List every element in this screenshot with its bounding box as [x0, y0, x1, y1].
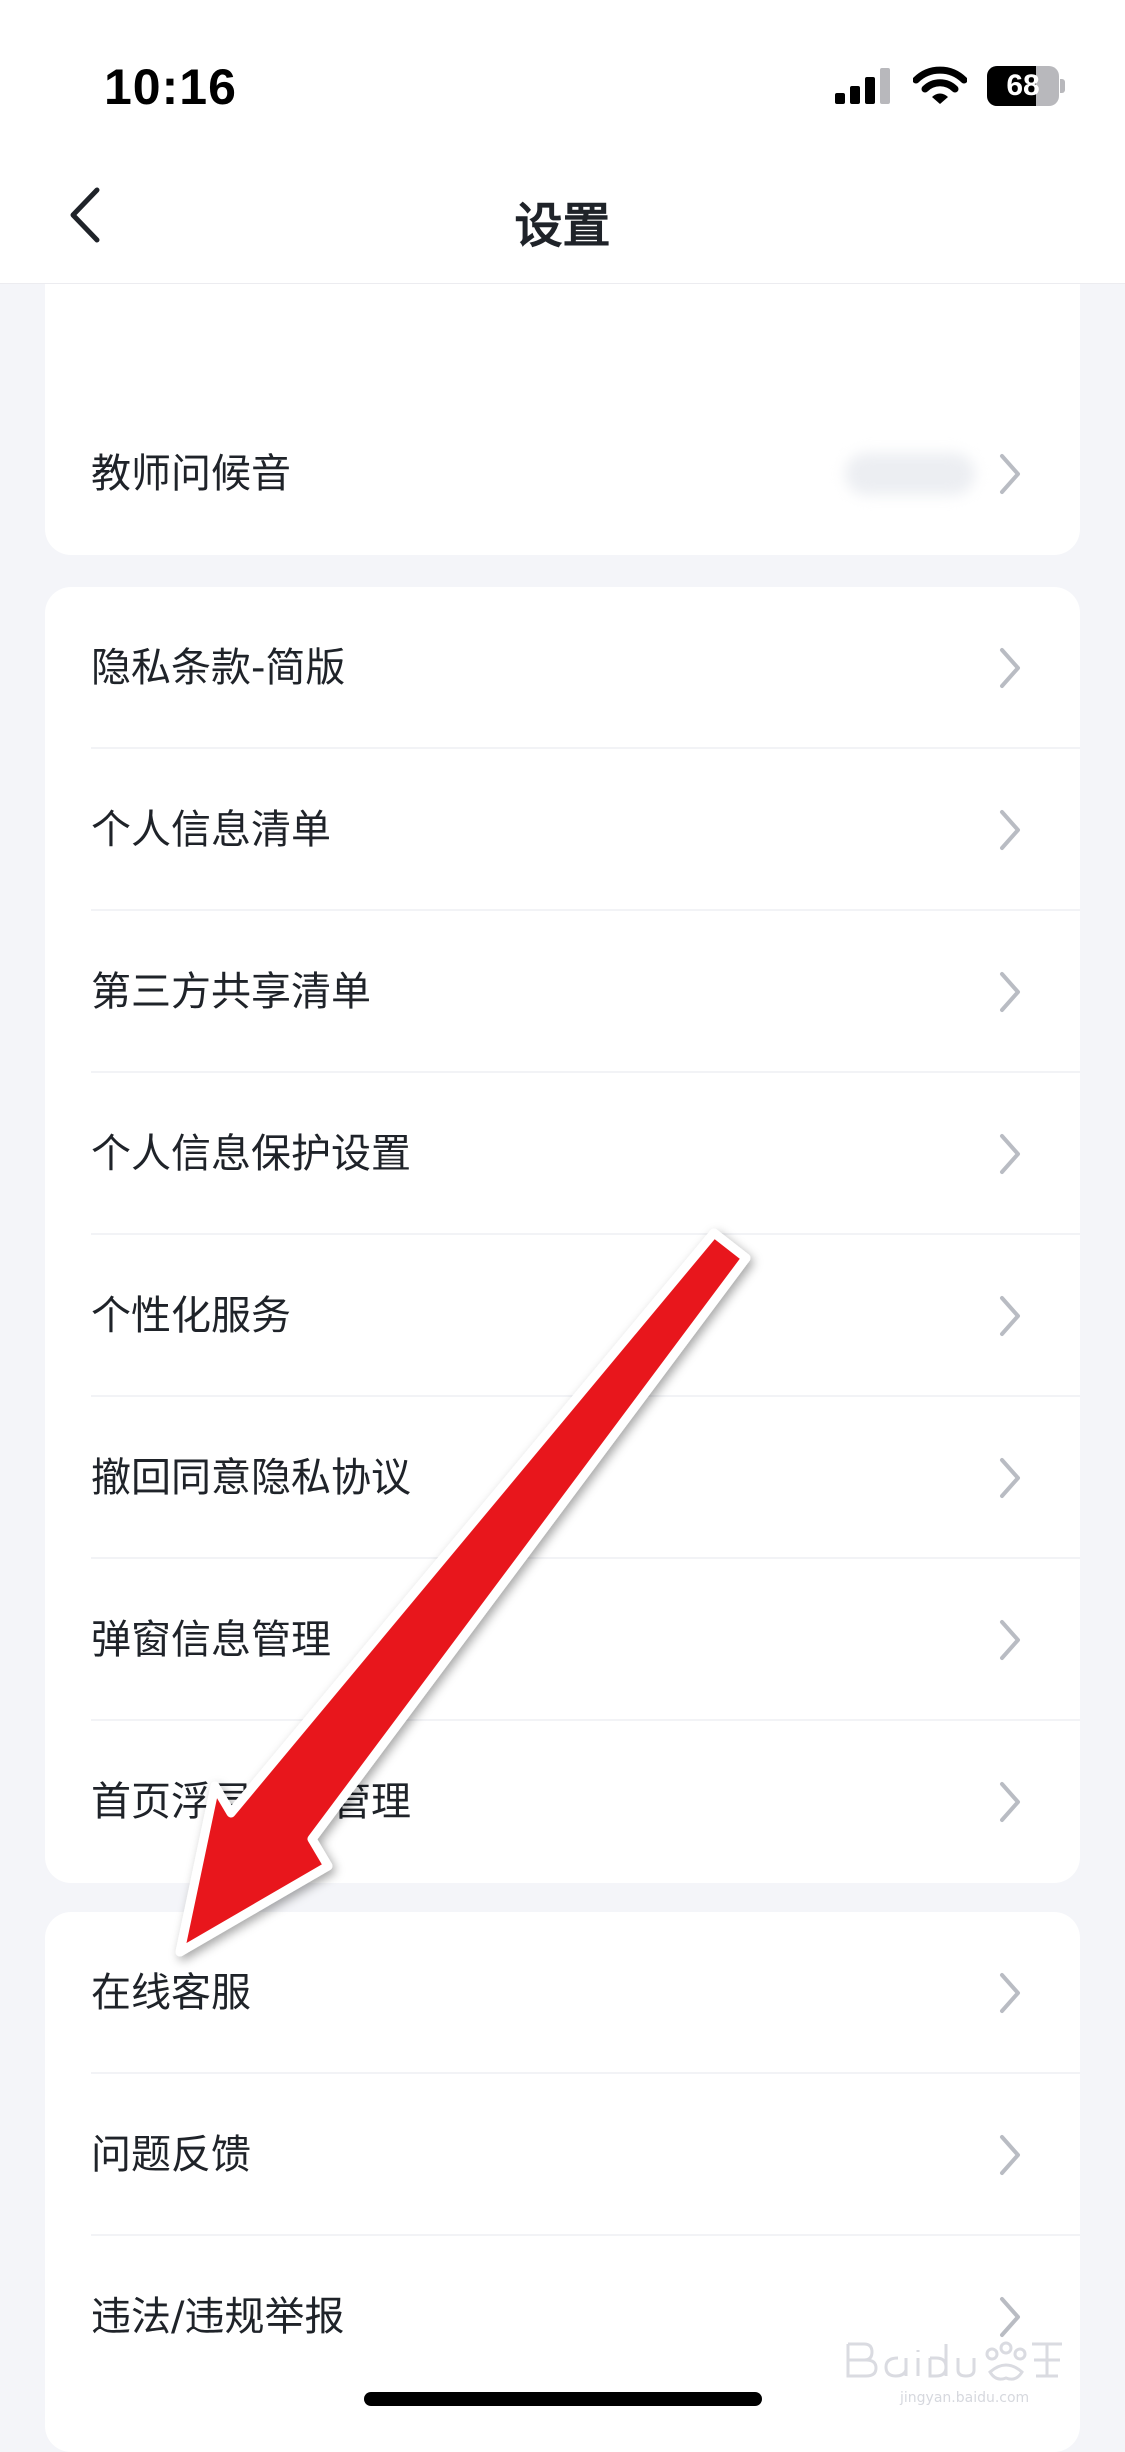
chevron-right-icon [1000, 454, 1020, 494]
page-title: 设置 [514, 198, 611, 254]
battery-level: 68 [1006, 69, 1040, 102]
settings-row-teacher-greeting[interactable]: 教师问候音 [45, 393, 1080, 555]
settings-row-label: 首页浮层信息管理 [91, 1779, 411, 1825]
settings-row-label: 个人信息保护设置 [91, 1131, 411, 1177]
settings-row-label: 教师问候音 [91, 451, 291, 497]
chevron-right-icon [1000, 810, 1020, 850]
svg-text:jingyan.baidu.com: jingyan.baidu.com [899, 2390, 1029, 2406]
settings-row-privacy-terms[interactable]: 隐私条款-简版 [45, 587, 1080, 749]
settings-row-privacy-protection[interactable]: 个人信息保护设置 [45, 1073, 1080, 1235]
status-icons: 68 [835, 62, 1065, 110]
chevron-right-icon [1000, 648, 1020, 688]
chevron-right-icon [1000, 1782, 1020, 1822]
chevron-right-icon [1000, 972, 1020, 1012]
chevron-right-icon [1000, 1620, 1020, 1660]
settings-card-privacy: 隐私条款-简版 个人信息清单 第三方共享清单 个人信息保护设置 个性化服务 撤回… [45, 587, 1080, 1883]
chevron-right-icon [1000, 2135, 1020, 2175]
status-bar: 10:16 68 [0, 0, 1125, 150]
settings-row-label: 隐私条款-简版 [91, 645, 346, 691]
settings-row-label: 弹窗信息管理 [91, 1617, 331, 1663]
chevron-right-icon [1000, 1134, 1020, 1174]
settings-row-label: 问题反馈 [91, 2132, 251, 2178]
chevron-right-icon [1000, 1296, 1020, 1336]
settings-row-withdraw-consent[interactable]: 撤回同意隐私协议 [45, 1397, 1080, 1559]
cellular-signal-icon [835, 68, 890, 104]
chevron-right-icon [1000, 1973, 1020, 2013]
status-time: 10:16 [104, 59, 237, 115]
settings-row-popup-management[interactable]: 弹窗信息管理 [45, 1559, 1080, 1721]
settings-row-third-party-sharing[interactable]: 第三方共享清单 [45, 911, 1080, 1073]
settings-row-label: 个人信息清单 [91, 807, 331, 853]
settings-row-personalized-service[interactable]: 个性化服务 [45, 1235, 1080, 1397]
settings-row-label: 撤回同意隐私协议 [91, 1455, 411, 1501]
blurred-setting-value [845, 453, 975, 495]
settings-row-floating-layer-management[interactable]: 首页浮层信息管理 [45, 1721, 1080, 1883]
settings-row-feedback[interactable]: 问题反馈 [45, 2074, 1080, 2236]
settings-row-personal-info-list[interactable]: 个人信息清单 [45, 749, 1080, 911]
wifi-icon [913, 66, 967, 104]
chevron-right-icon [1000, 1458, 1020, 1498]
settings-row-label: 个性化服务 [91, 1293, 291, 1339]
baidu-watermark-logo: jingyan.baidu.com [846, 2341, 1062, 2406]
settings-row-label: 第三方共享清单 [91, 969, 371, 1015]
settings-row-label: 违法/违规举报 [91, 2294, 345, 2340]
settings-row-label: 在线客服 [91, 1970, 251, 2016]
home-indicator[interactable] [364, 2392, 762, 2406]
navigation-bar: 设置 [0, 150, 1125, 284]
settings-row-online-support[interactable]: 在线客服 [45, 1912, 1080, 2074]
battery-icon: 68 [987, 66, 1065, 106]
